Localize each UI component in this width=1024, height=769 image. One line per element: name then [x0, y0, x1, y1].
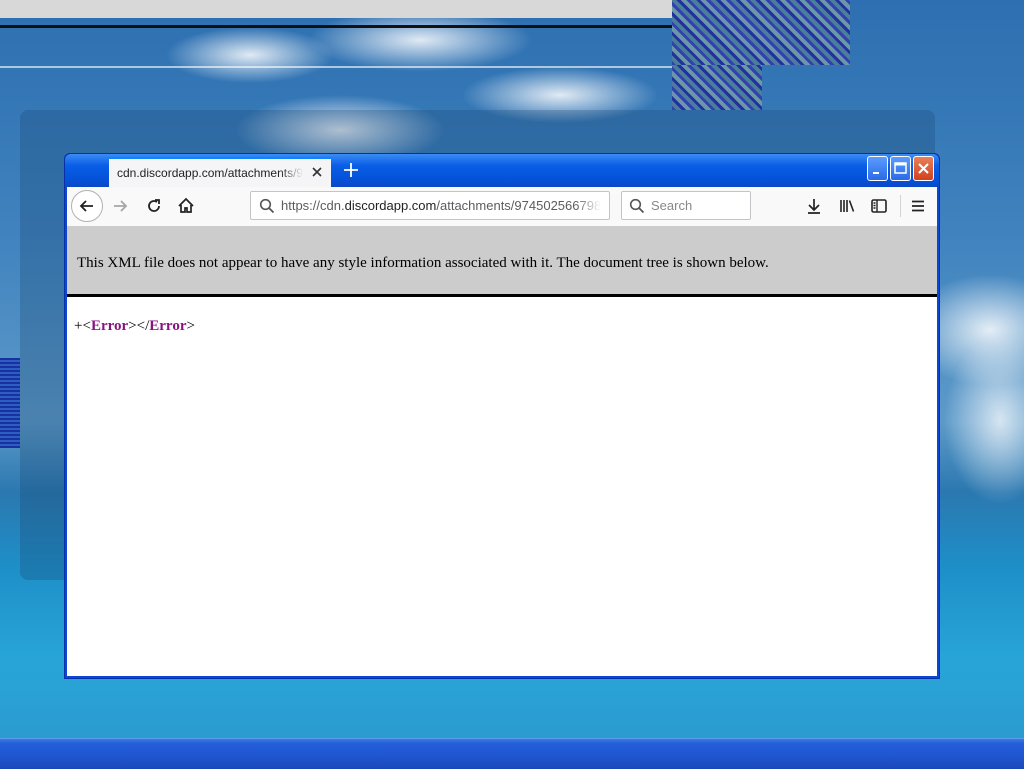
- sidebar-button[interactable]: [864, 191, 894, 221]
- tag-bracket: >: [186, 318, 195, 334]
- url-bar[interactable]: https://cdn.discordapp.com/attachments/9…: [250, 191, 610, 220]
- search-input[interactable]: [649, 197, 743, 214]
- close-window-button[interactable]: [913, 156, 934, 181]
- arrow-left-icon: [79, 200, 93, 212]
- reload-button[interactable]: [139, 191, 169, 221]
- forward-button[interactable]: [105, 191, 135, 221]
- xml-open-tag: Error: [90, 318, 129, 334]
- xml-notice: This XML file does not appear to have an…: [77, 255, 769, 271]
- home-button[interactable]: [171, 191, 201, 221]
- background-window-line: [0, 66, 760, 68]
- downloads-button[interactable]: [799, 191, 829, 221]
- background-glitch: [0, 358, 20, 448]
- download-icon: [808, 199, 820, 214]
- close-icon: [918, 163, 929, 174]
- search-icon: [259, 198, 275, 214]
- maximize-icon: [894, 162, 907, 174]
- background-glitch: [672, 0, 850, 65]
- background-window-line: [0, 25, 720, 28]
- background-glitch: [672, 65, 762, 110]
- xml-close-tag: Error: [149, 318, 187, 334]
- menu-icon: [912, 200, 924, 212]
- title-bar: cdn.discordapp.com/attachments/974502566…: [65, 154, 939, 187]
- minimize-button[interactable]: [867, 156, 888, 181]
- tag-bracket: <: [82, 318, 91, 334]
- plus-icon[interactable]: [339, 158, 363, 182]
- home-icon: [178, 197, 194, 213]
- tag-bracket: </: [136, 318, 150, 334]
- back-button[interactable]: [71, 190, 103, 222]
- search-bar[interactable]: [621, 191, 751, 220]
- library-button[interactable]: [832, 191, 862, 221]
- menu-button[interactable]: [903, 191, 933, 221]
- xml-tree: +<Error></Error>: [67, 297, 937, 335]
- minimize-icon: [873, 172, 879, 174]
- xml-info-banner: This XML file does not appear to have an…: [67, 226, 937, 297]
- taskbar: [0, 738, 1024, 769]
- browser-tab[interactable]: cdn.discordapp.com/attachments/974502566…: [109, 157, 331, 187]
- url-text: https://cdn.discordapp.com/attachments/9…: [281, 198, 601, 213]
- tab-title: cdn.discordapp.com/attachments/974502566…: [117, 166, 303, 180]
- browser-window: cdn.discordapp.com/attachments/974502566…: [64, 153, 940, 679]
- maximize-button[interactable]: [890, 156, 911, 181]
- page-content: This XML file does not appear to have an…: [67, 226, 937, 676]
- search-icon: [629, 198, 645, 214]
- background-window-strip: [0, 0, 680, 18]
- sidebar-icon: [871, 199, 887, 213]
- arrow-right-icon: [114, 200, 128, 212]
- close-icon[interactable]: [309, 164, 325, 180]
- reload-icon: [148, 199, 160, 212]
- library-icon: [840, 200, 855, 212]
- tag-bracket: >: [128, 318, 137, 334]
- toolbar-divider: [900, 195, 901, 217]
- nav-toolbar: https://cdn.discordapp.com/attachments/9…: [67, 187, 937, 227]
